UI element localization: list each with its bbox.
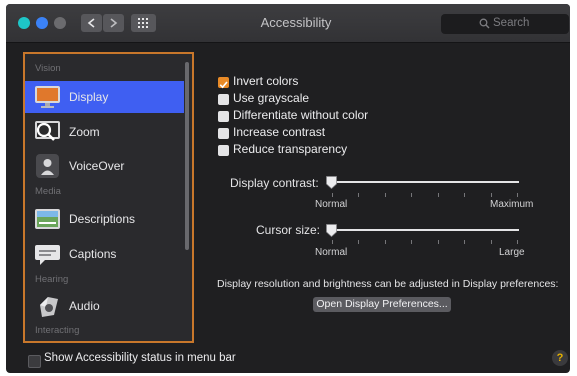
sidebar-item-display[interactable]: Display (25, 81, 184, 113)
slider-tick (385, 240, 386, 244)
display-contrast-label: Display contrast: (230, 176, 319, 190)
cursor-size-slider-knob[interactable] (326, 224, 337, 237)
descriptions-icon (35, 209, 60, 229)
display-icon (35, 86, 60, 108)
forward-button[interactable] (103, 14, 124, 32)
section-vision: Vision (35, 63, 61, 74)
section-hearing: Hearing (35, 274, 69, 285)
back-button[interactable] (81, 14, 102, 32)
search-icon (479, 18, 490, 29)
cursor-size-label: Cursor size: (256, 223, 321, 237)
window-title: Accessibility (260, 15, 332, 30)
sidebar-item-label: Audio (69, 299, 100, 313)
cursor-min-label: Normal (315, 247, 348, 258)
sidebar-scrollbar[interactable] (185, 62, 189, 250)
use-grayscale-checkbox[interactable] (218, 94, 229, 105)
sidebar-item-label: Captions (69, 247, 117, 261)
voiceover-icon (36, 154, 59, 178)
slider-tick (411, 240, 412, 244)
differentiate-without-color-label[interactable]: Differentiate without color (233, 108, 368, 122)
slider-tick (438, 240, 439, 244)
zoom-icon (35, 121, 60, 141)
reduce-transparency-checkbox[interactable] (218, 145, 229, 156)
help-button[interactable]: ? (552, 350, 568, 366)
slider-tick (385, 193, 386, 197)
cursor-size-slider[interactable] (327, 229, 519, 231)
slider-tick (358, 240, 359, 244)
show-status-checkbox[interactable] (28, 355, 41, 368)
accessibility-window: Accessibility Search Vision Display Zoom… (6, 4, 570, 373)
slider-tick (464, 193, 465, 197)
search-placeholder: Search (493, 17, 530, 29)
display-contrast-slider-knob[interactable] (326, 176, 337, 189)
section-media: Media (35, 186, 61, 197)
sidebar-item-captions[interactable]: Captions (25, 238, 184, 270)
checkmark-icon (219, 81, 228, 89)
slider-tick (491, 193, 492, 197)
chevron-right-icon (110, 18, 118, 28)
audio-icon (40, 297, 58, 317)
display-contrast-slider[interactable] (327, 181, 519, 183)
invert-colors-checkbox[interactable] (218, 77, 229, 89)
display-preferences-note: Display resolution and brightness can be… (217, 278, 559, 290)
section-interacting: Interacting (35, 325, 80, 336)
increase-contrast-label[interactable]: Increase contrast (233, 125, 325, 139)
captions-icon (35, 245, 60, 265)
sidebar-item-voiceover[interactable]: VoiceOver (25, 150, 184, 182)
sidebar: Vision Display Zoom VoiceOver Media Desc… (23, 52, 194, 343)
sidebar-item-label: Descriptions (69, 212, 136, 226)
sidebar-item-label: VoiceOver (69, 159, 125, 173)
sidebar-item-descriptions[interactable]: Descriptions (25, 203, 184, 235)
sidebar-item-label: Display (69, 90, 109, 104)
show-all-button[interactable] (131, 14, 156, 32)
sidebar-item-zoom[interactable]: Zoom (25, 116, 184, 148)
chevron-left-icon (87, 18, 95, 28)
show-status-label[interactable]: Show Accessibility status in menu bar (44, 352, 236, 364)
slider-tick (464, 240, 465, 244)
reduce-transparency-label[interactable]: Reduce transparency (233, 142, 347, 156)
slider-tick (411, 193, 412, 197)
minimize-window-button[interactable] (36, 17, 48, 29)
slider-tick (332, 193, 333, 197)
slider-tick (358, 193, 359, 197)
use-grayscale-label[interactable]: Use grayscale (233, 91, 309, 105)
contrast-min-label: Normal (315, 199, 348, 210)
slider-tick (517, 240, 518, 244)
invert-colors-label[interactable]: Invert colors (233, 74, 298, 88)
contrast-max-label: Maximum (490, 199, 534, 210)
slider-tick (517, 193, 518, 197)
sidebar-item-label: Zoom (69, 125, 100, 139)
zoom-window-button[interactable] (54, 17, 66, 29)
cursor-max-label: Large (499, 247, 525, 258)
slider-tick (332, 240, 333, 244)
close-window-button[interactable] (18, 17, 30, 29)
sidebar-item-audio[interactable]: Audio (25, 290, 184, 322)
title-bar: Accessibility Search (6, 4, 570, 43)
slider-tick (491, 240, 492, 244)
grid-icon (138, 18, 148, 28)
slider-tick (438, 193, 439, 197)
differentiate-without-color-checkbox[interactable] (218, 111, 229, 122)
open-display-preferences-button[interactable]: Open Display Preferences... (313, 297, 451, 312)
increase-contrast-checkbox[interactable] (218, 128, 229, 139)
